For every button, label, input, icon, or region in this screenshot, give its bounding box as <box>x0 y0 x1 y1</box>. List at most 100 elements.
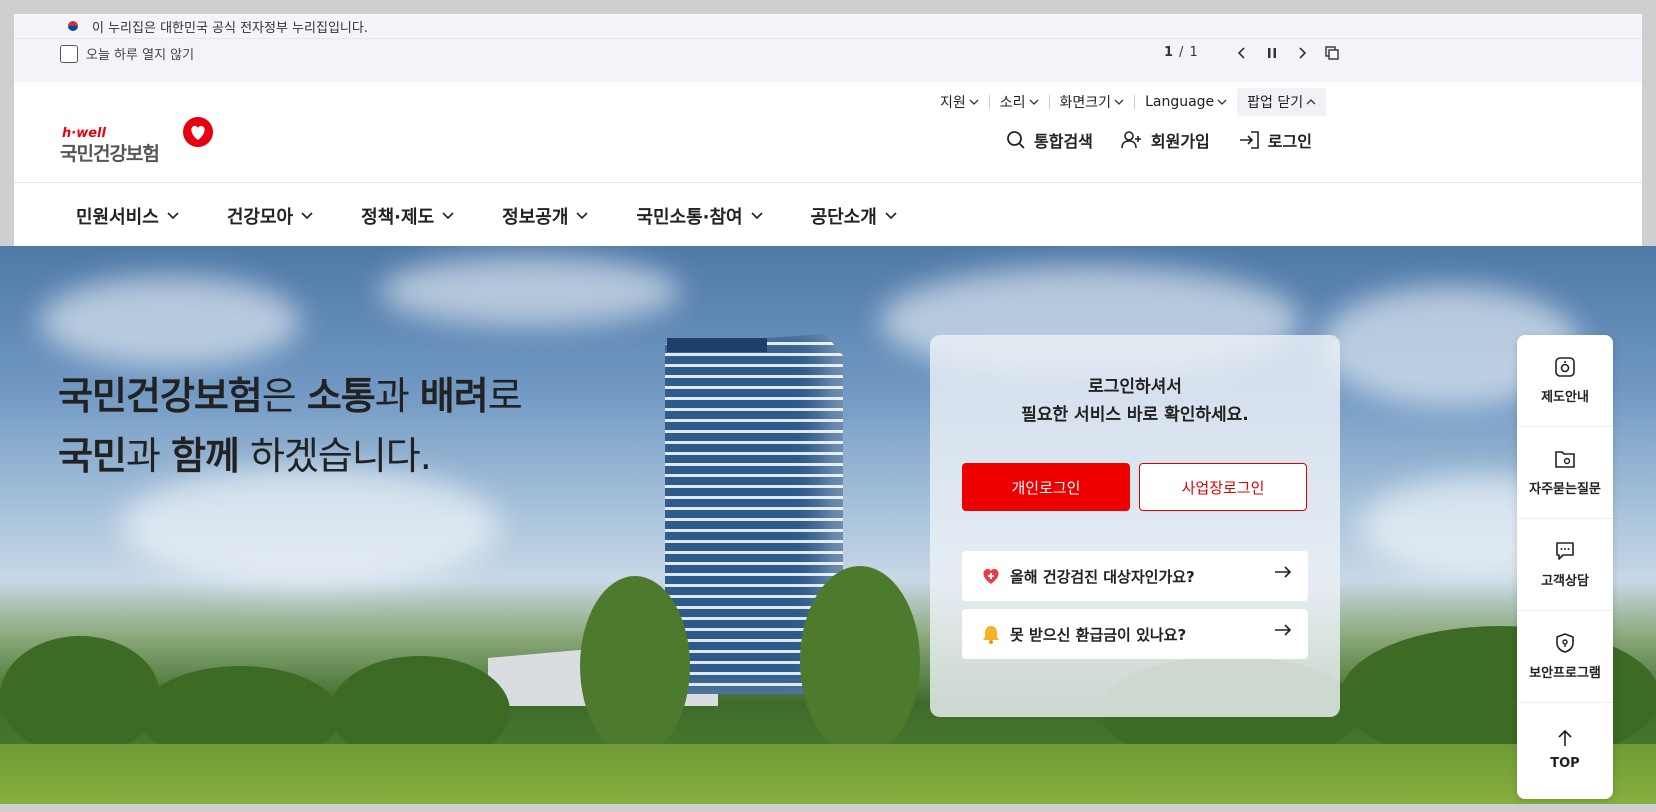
window-frame-bottom <box>0 804 1656 812</box>
user-plus-icon <box>1121 131 1141 149</box>
cloud-shape <box>380 256 680 326</box>
quick-faq-button[interactable]: 자주묻는질문 <box>1517 427 1613 519</box>
login-label: 로그인 <box>1267 132 1312 151</box>
nav-items: 민원서비스 건강모아 정책·제도 정보공개 국민소통·참여 공단소개 <box>76 203 945 229</box>
hero-emph: 소통 <box>306 374 376 418</box>
hero-emph: 국민 <box>58 434 127 478</box>
hero-text: 하겠습니다. <box>238 434 432 478</box>
chevron-down-icon <box>1114 99 1124 105</box>
window-frame-top <box>0 0 1656 14</box>
gov-banner-text: 이 누리집은 대한민국 공식 전자정부 누리집입니다. <box>92 20 368 36</box>
refund-link[interactable]: 못 받으신 환급금이 있나요? <box>962 609 1308 659</box>
gov-banner: 이 누리집은 대한민국 공식 전자정부 누리집입니다. <box>14 14 1642 38</box>
quick-guide-label: 제도안내 <box>1541 390 1589 405</box>
hero-emph: 배려 <box>419 374 489 418</box>
hero-text: 과 <box>125 434 171 478</box>
quick-counsel-button[interactable]: 고객상담 <box>1517 519 1613 611</box>
search-label: 통합검색 <box>1034 132 1093 151</box>
top-label: TOP <box>1550 755 1580 771</box>
quick-counsel-label: 고객상담 <box>1541 574 1589 589</box>
hero-text: 은 <box>261 374 307 418</box>
site-header: 지원 소리 화면크기 Language 팝업 닫기 h·well 국민건강보험 … <box>14 82 1642 182</box>
popup-bar: 오늘 하루 열지 않기 1 / 1 <box>14 38 1642 84</box>
chevron-down-icon <box>576 212 588 220</box>
nav-label: 정책·제도 <box>361 207 435 228</box>
nav-label: 정보공개 <box>502 207 569 228</box>
window-frame-right <box>1642 0 1656 246</box>
quick-security-button[interactable]: 보안프로그램 <box>1517 611 1613 703</box>
login-message: 로그인하셔서 필요한 서비스 바로 확인하세요. <box>930 373 1340 429</box>
business-login-button[interactable]: 사업장로그인 <box>1139 463 1307 511</box>
logo-name: 국민건강보험 <box>60 143 160 165</box>
login-message-line2: 필요한 서비스 바로 확인하세요. <box>1021 405 1249 425</box>
main-nav: 민원서비스 건강모아 정책·제도 정보공개 국민소통·참여 공단소개 <box>14 182 1642 247</box>
personal-login-button[interactable]: 개인로그인 <box>962 463 1130 511</box>
top-button[interactable]: TOP <box>1517 703 1613 795</box>
prev-arrow-icon[interactable] <box>1232 43 1252 63</box>
popup-close-button[interactable]: 팝업 닫기 <box>1237 88 1327 116</box>
checkbox-box[interactable] <box>60 44 78 63</box>
popup-list-icon[interactable] <box>1322 43 1342 63</box>
hero-line-2: 국민과 함께 하겠습니다. <box>58 426 522 486</box>
support-menu[interactable]: 지원 <box>930 92 989 112</box>
arrow-up-icon <box>1558 729 1572 746</box>
refund-question: 못 받으신 환급금이 있나요? <box>1010 625 1187 644</box>
chat-bubble-icon <box>1556 542 1574 560</box>
login-link[interactable]: 로그인 <box>1238 128 1312 152</box>
nav-label: 공단소개 <box>810 207 877 228</box>
nav-item-civil-service[interactable]: 민원서비스 <box>76 203 179 229</box>
checkup-question: 올해 건강검진 대상자인가요? <box>1010 567 1195 586</box>
quick-menu: 제도안내 자주묻는질문 고객상담 보안프로그램 TOP <box>1517 335 1613 799</box>
page-separator: / <box>1179 45 1184 60</box>
guide-icon <box>1555 357 1575 377</box>
quick-faq-label: 자주묻는질문 <box>1529 482 1601 497</box>
sound-label: 소리 <box>999 95 1026 111</box>
quick-guide-button[interactable]: 제도안내 <box>1517 335 1613 427</box>
chevron-down-icon <box>1217 99 1227 105</box>
page-current: 1 <box>1164 45 1174 60</box>
browser-window: 이 누리집은 대한민국 공식 전자정부 누리집입니다. 오늘 하루 열지 않기 … <box>0 0 1656 812</box>
pause-icon[interactable] <box>1262 43 1282 63</box>
sound-menu[interactable]: 소리 <box>990 92 1049 112</box>
support-label: 지원 <box>940 95 966 111</box>
heart-health-icon <box>980 565 1002 587</box>
chevron-down-icon <box>442 212 454 220</box>
nav-item-participation[interactable]: 국민소통·참여 <box>636 203 763 229</box>
tree-shape <box>800 566 920 756</box>
page-total: 1 <box>1189 45 1198 60</box>
cloud-shape <box>40 276 300 366</box>
chevron-down-icon <box>301 212 313 220</box>
shield-icon <box>1556 633 1574 653</box>
lawn <box>0 744 1656 804</box>
nav-label: 국민소통·참여 <box>636 207 743 228</box>
nav-item-health-moa[interactable]: 건강모아 <box>227 203 313 229</box>
bell-icon <box>980 623 1002 645</box>
nav-item-about[interactable]: 공단소개 <box>811 203 897 229</box>
nav-item-policy[interactable]: 정책·제도 <box>361 203 454 229</box>
header-links: 통합검색 회원가입 로그인 <box>1006 128 1312 152</box>
nav-label: 건강모아 <box>226 207 294 228</box>
chevron-down-icon <box>969 99 979 105</box>
hero-text: 과 <box>374 374 420 418</box>
korea-flag-icon <box>64 19 82 33</box>
checkup-target-link[interactable]: 올해 건강검진 대상자인가요? <box>962 551 1308 601</box>
next-arrow-icon[interactable] <box>1292 43 1312 63</box>
building-sign <box>667 338 767 352</box>
chevron-up-icon <box>1306 99 1316 105</box>
login-card: 로그인하셔서 필요한 서비스 바로 확인하세요. 개인로그인 사업장로그인 올해… <box>930 335 1340 717</box>
chevron-down-icon <box>167 212 179 220</box>
nav-item-disclosure[interactable]: 정보공개 <box>502 203 588 229</box>
hero-line-1: 국민건강보험은 소통과 배려로 <box>58 366 523 426</box>
signup-label: 회원가입 <box>1150 132 1210 151</box>
folder-icon <box>1555 451 1575 468</box>
tree-shape <box>580 576 690 756</box>
screen-size-menu[interactable]: 화면크기 <box>1050 92 1135 112</box>
chevron-down-icon <box>751 212 763 220</box>
language-menu[interactable]: Language <box>1135 92 1237 112</box>
dont-open-today-checkbox[interactable]: 오늘 하루 열지 않기 <box>60 44 194 63</box>
site-logo[interactable]: h·well 국민건강보험 <box>60 116 213 166</box>
search-link[interactable]: 통합검색 <box>1006 128 1093 152</box>
search-icon <box>1007 131 1025 149</box>
signup-link[interactable]: 회원가입 <box>1121 128 1210 152</box>
checkbox-label: 오늘 하루 열지 않기 <box>86 48 195 63</box>
